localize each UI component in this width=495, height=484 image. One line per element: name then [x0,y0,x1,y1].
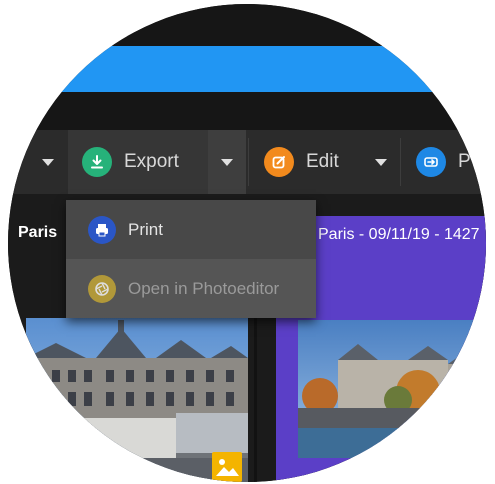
prev-dropdown-caret[interactable] [28,130,68,194]
edit-button[interactable]: Edit [258,130,368,194]
export-dropdown-caret[interactable] [208,130,246,194]
toolbar-separator [400,138,401,186]
app-header-bar [8,46,486,92]
printer-icon [88,215,116,244]
aperture-icon [88,274,116,303]
menu-item-open-in-photoeditor[interactable]: Open in Photoeditor [66,259,316,318]
menu-item-label: Print [128,219,163,239]
chevron-down-icon [375,158,387,166]
left-album-title: Paris [18,224,58,241]
album-photo-thumbnail[interactable] [298,320,486,458]
share-button[interactable]: P [412,130,486,194]
share-label: P [458,151,471,172]
chevron-down-icon [42,158,54,166]
edit-label: Edit [306,151,339,172]
sub-header [8,92,486,130]
menu-item-print[interactable]: Print [66,200,316,259]
image-icon [212,452,242,482]
toolbar: Export Edit P [8,130,486,194]
chevron-down-icon [221,158,233,166]
export-dropdown-menu: Print Open in Photoeditor [66,200,316,318]
export-label: Export [124,151,179,172]
edit-dropdown-caret[interactable] [364,130,398,194]
export-button[interactable]: Export [68,130,208,194]
zoomed-app-view: Export Edit P Paris - 09/11/19 - 1427 Pa… [8,4,486,482]
column-divider [254,309,257,482]
menu-item-label: Open in Photoeditor [128,278,280,298]
toolbar-separator [248,138,249,186]
title-bar [8,4,486,46]
album-title: Paris - 09/11/19 - 1427 [318,226,480,243]
edit-square-icon [264,147,294,177]
share-arrow-icon [416,147,446,177]
download-icon [82,147,112,177]
